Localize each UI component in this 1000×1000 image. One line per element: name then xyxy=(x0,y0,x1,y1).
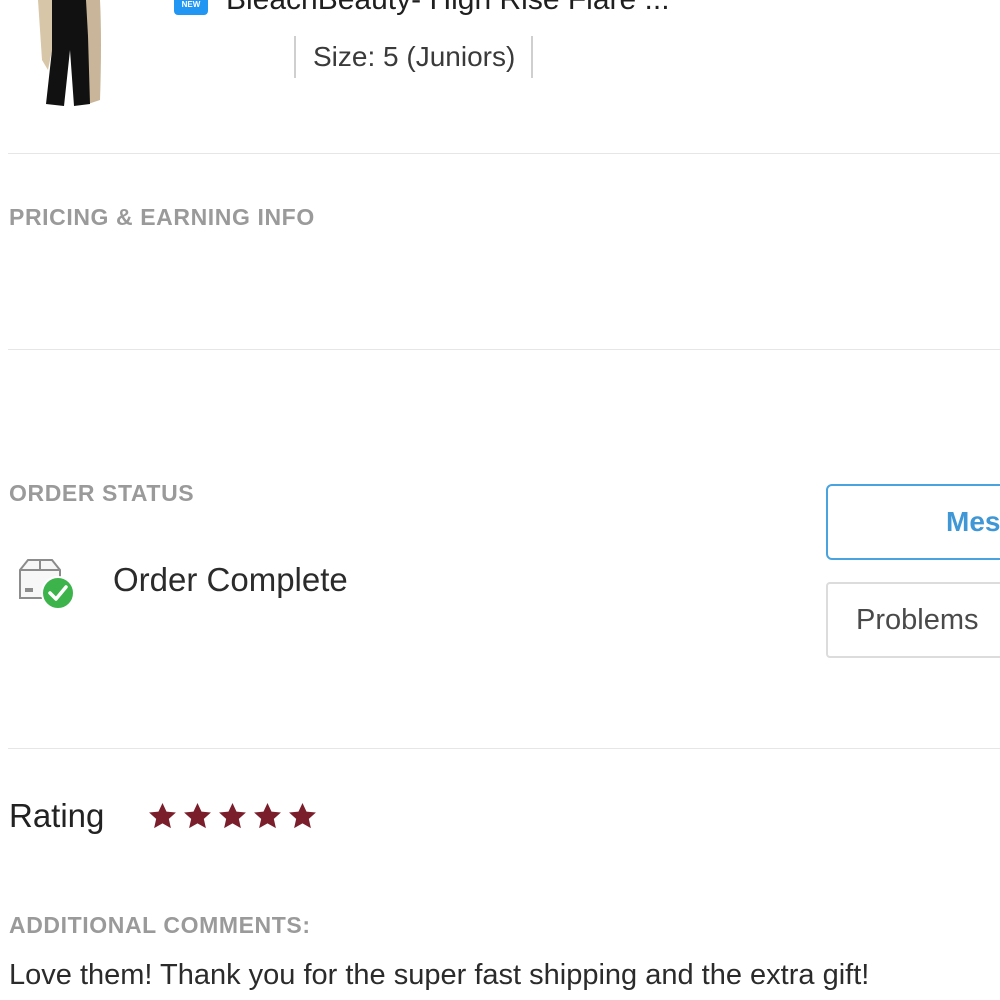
product-thumbnail[interactable] xyxy=(30,0,110,110)
order-status-label: ORDER STATUS xyxy=(9,480,195,506)
star-icon xyxy=(254,802,281,829)
box-check-icon xyxy=(16,556,78,612)
size-text: Size: 5 (Juniors) xyxy=(313,41,516,72)
item-title-row[interactable]: NEW BleachBeauty- High Rise Flare ... xyxy=(174,0,670,22)
problems-button-label: Problems xyxy=(856,603,979,636)
star-icon xyxy=(219,802,246,829)
pricing-section-label: PRICING & EARNING INFO xyxy=(9,204,315,230)
star-icon xyxy=(184,802,211,829)
divider xyxy=(8,748,1000,749)
size-tag: Size: 5 (Juniors) xyxy=(294,36,534,78)
message-button-label: Mes xyxy=(946,506,1000,537)
comment-text: Love them! Thank you for the super fast … xyxy=(9,959,870,991)
divider xyxy=(8,349,1000,350)
message-button[interactable]: Mes xyxy=(826,484,1000,560)
divider xyxy=(8,153,1000,154)
item-title[interactable]: BleachBeauty- High Rise Flare ... xyxy=(226,0,670,17)
rating-stars xyxy=(147,801,318,832)
problems-button[interactable]: Problems xyxy=(826,582,1000,658)
star-icon xyxy=(149,802,176,829)
order-status-text: Order Complete xyxy=(113,561,348,598)
additional-comments-label: ADDITIONAL COMMENTS: xyxy=(9,912,311,938)
order-details-page: NEW BleachBeauty- High Rise Flare ... Si… xyxy=(0,0,1000,1000)
new-badge: NEW xyxy=(174,0,208,15)
rating-label: Rating xyxy=(9,797,105,834)
star-icon xyxy=(289,802,316,829)
